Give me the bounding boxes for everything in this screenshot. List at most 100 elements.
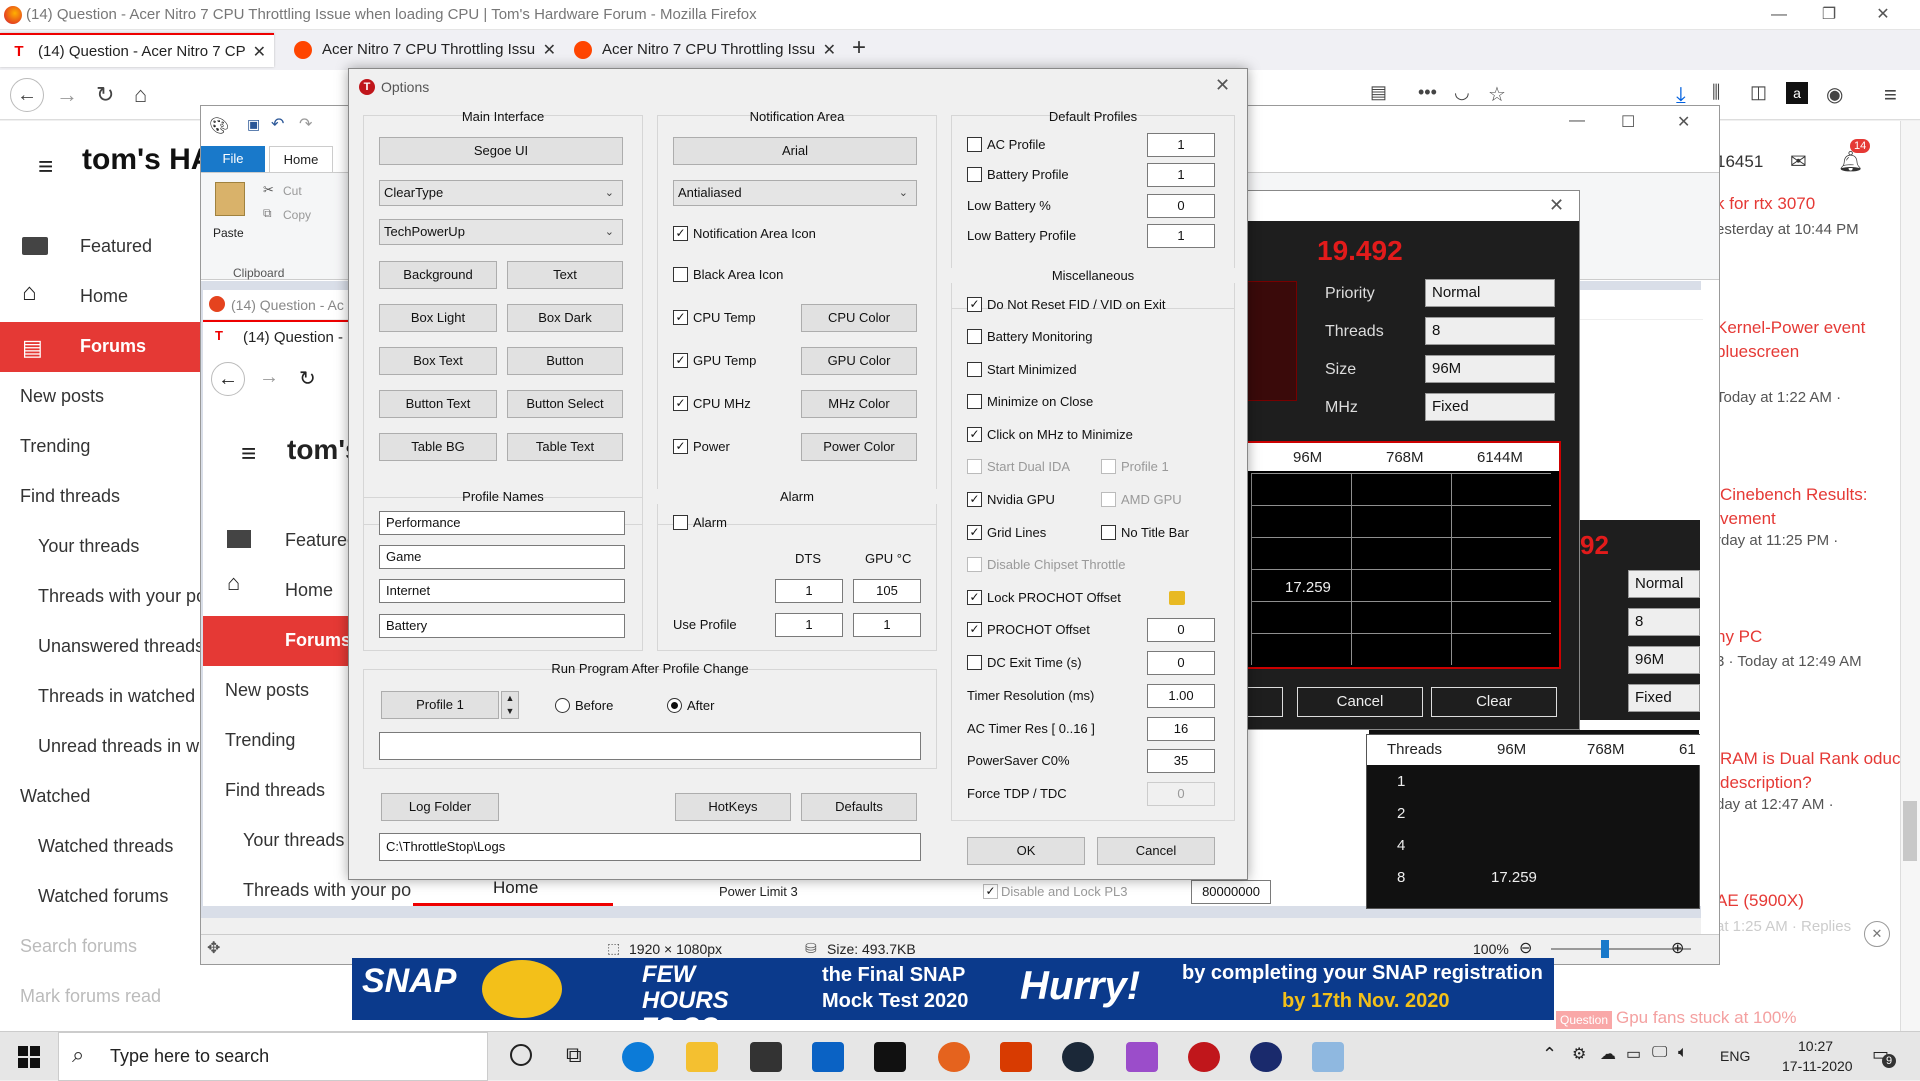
photos-icon[interactable]: [1126, 1042, 1158, 1072]
file-explorer-icon[interactable]: [686, 1042, 718, 1072]
steam-icon[interactable]: [1062, 1042, 1094, 1072]
profile-name-1[interactable]: Performance: [379, 511, 625, 535]
copy-label[interactable]: Copy: [283, 208, 311, 222]
dts-value[interactable]: 1: [775, 579, 843, 603]
ribbon-home-tab[interactable]: Home: [269, 146, 333, 172]
box-text-button[interactable]: Box Text: [379, 347, 497, 375]
hotkeys-button[interactable]: HotKeys: [675, 793, 791, 821]
thread-title[interactable]: Gpu fans stuck at 100%: [1616, 1008, 1797, 1028]
save-icon[interactable]: ▣: [247, 116, 260, 133]
dc-exit-checkbox[interactable]: [967, 655, 982, 670]
notion-icon[interactable]: [874, 1042, 906, 1072]
ts-cancel-button[interactable]: Cancel: [1297, 687, 1423, 717]
log-path-input[interactable]: C:\ThrottleStop\Logs: [379, 833, 921, 861]
main-render-select[interactable]: ClearType ⌄: [379, 180, 623, 206]
thread-title[interactable]: AE (5900X): [1716, 891, 1804, 911]
nav-watched[interactable]: Watched: [20, 772, 220, 822]
paste-icon[interactable]: [215, 182, 245, 216]
hamburger-icon[interactable]: ≡: [38, 151, 53, 182]
text-button[interactable]: Text: [507, 261, 623, 289]
no-title-bar-checkbox[interactable]: [1101, 525, 1116, 540]
undo-icon[interactable]: ↶: [271, 114, 284, 134]
ok-button[interactable]: OK: [967, 837, 1085, 865]
account-icon[interactable]: ◉: [1826, 82, 1843, 107]
log-folder-button[interactable]: Log Folder: [381, 793, 499, 821]
table-text-button[interactable]: Table Text: [507, 433, 623, 461]
back-icon[interactable]: ←: [10, 78, 44, 112]
thread-title[interactable]: ny PC: [1716, 627, 1762, 647]
box-light-button[interactable]: Box Light: [379, 304, 497, 332]
profile-spinner[interactable]: ▲ ▼: [501, 691, 519, 719]
disable-chipset-checkbox[interactable]: [967, 557, 982, 572]
zoom-out-icon[interactable]: ⊖: [1519, 938, 1532, 958]
tab-question[interactable]: T (14) Question - Acer Nitro 7 CP ✕: [0, 33, 274, 67]
profile-name-3[interactable]: Internet: [379, 579, 625, 603]
size-select[interactable]: 96M: [1425, 355, 1555, 383]
close-tab-icon[interactable]: ✕: [543, 40, 556, 60]
grid-lines-checkbox[interactable]: ✓: [967, 525, 982, 540]
ts-test-close-icon[interactable]: ✕: [1549, 195, 1564, 216]
store-icon[interactable]: [750, 1042, 782, 1072]
paint-minimize-icon[interactable]: —: [1569, 112, 1585, 130]
options-close-icon[interactable]: ✕: [1215, 75, 1230, 96]
reload-icon[interactable]: ↻: [96, 82, 114, 108]
taskbar-search-text[interactable]: Type here to search: [110, 1046, 269, 1067]
minimize-icon[interactable]: —: [1756, 0, 1802, 30]
cpu-temp-checkbox[interactable]: ✓: [673, 310, 688, 325]
nav-mark-read[interactable]: Mark forums read: [20, 972, 220, 1022]
forward-icon[interactable]: →: [56, 82, 78, 108]
paste-label[interactable]: Paste: [213, 226, 244, 240]
battery-profile-checkbox[interactable]: [967, 167, 982, 182]
ad-banner[interactable]: SNAP FEW HOURS TO GO the Final SNAP Mock…: [352, 958, 1554, 1020]
clock-date[interactable]: 17-11-2020: [1782, 1058, 1853, 1074]
redo-icon[interactable]: ↷: [299, 114, 312, 134]
priority-select[interactable]: Normal: [1425, 279, 1555, 307]
restore-icon[interactable]: ❐: [1806, 0, 1852, 30]
volume-icon[interactable]: 🔈︎: [1678, 1044, 1688, 1062]
battery-monitoring-checkbox[interactable]: [967, 329, 982, 344]
windows-start-icon[interactable]: [18, 1046, 40, 1068]
nvidia-gpu-checkbox[interactable]: ✓: [967, 492, 982, 507]
paint-maximize-icon[interactable]: ☐: [1621, 112, 1635, 132]
nav-trending[interactable]: Trending: [20, 422, 220, 472]
onedrive-icon[interactable]: ☁: [1600, 1044, 1616, 1064]
battery-profile-value[interactable]: 1: [1147, 163, 1215, 187]
click-mhz-checkbox[interactable]: ✓: [967, 427, 982, 442]
task-view-icon[interactable]: ⧉: [566, 1042, 582, 1068]
language-indicator[interactable]: ENG: [1720, 1048, 1750, 1064]
zoom-in-icon[interactable]: ⊕: [1671, 938, 1684, 958]
cut-icon[interactable]: ✂︎: [263, 182, 274, 198]
defaults-button[interactable]: Defaults: [801, 793, 917, 821]
mhz-select[interactable]: Fixed: [1425, 393, 1555, 421]
mhz-color-button[interactable]: MHz Color: [801, 390, 917, 418]
home-icon[interactable]: ⌂: [134, 82, 147, 108]
profile1-checkbox[interactable]: [1101, 459, 1116, 474]
firefox-taskbar-icon[interactable]: [938, 1042, 970, 1072]
notif-render-select[interactable]: Antialiased ⌄: [673, 180, 917, 206]
thread-title[interactable]: Kernel-Power event bluescreen: [1716, 316, 1916, 364]
paint-hscroll[interactable]: [201, 918, 1701, 934]
close-tab-icon[interactable]: ✕: [823, 40, 836, 60]
low-battery-value[interactable]: 0: [1147, 194, 1215, 218]
close-tab-icon[interactable]: ✕: [253, 42, 266, 62]
power-color-button[interactable]: Power Color: [801, 433, 917, 461]
amazon-icon[interactable]: a: [1786, 82, 1808, 104]
lock-prochot-checkbox[interactable]: ✓: [967, 590, 982, 605]
powersaver-value[interactable]: 35: [1147, 749, 1215, 773]
page-scroll-thumb[interactable]: [1903, 801, 1917, 861]
power-checkbox[interactable]: ✓: [673, 439, 688, 454]
pocket-icon[interactable]: ◡: [1454, 82, 1470, 103]
before-radio[interactable]: [555, 698, 570, 713]
gpu-value[interactable]: 105: [853, 579, 921, 603]
cpu-mhz-checkbox[interactable]: ✓: [673, 396, 688, 411]
box-dark-button[interactable]: Box Dark: [507, 304, 623, 332]
gpu-temp-checkbox[interactable]: ✓: [673, 353, 688, 368]
main-theme-select[interactable]: TechPowerUp ⌄: [379, 219, 623, 245]
nav-new-posts[interactable]: New posts: [20, 372, 220, 422]
thread-title[interactable]: k for rtx 3070: [1716, 194, 1815, 214]
tab-reddit-1[interactable]: Acer Nitro 7 CPU Throttling Issu ✕: [284, 33, 564, 67]
page-scrollbar[interactable]: [1900, 121, 1920, 1031]
close-circle-icon[interactable]: ✕: [1864, 921, 1890, 947]
start-dual-ida-checkbox[interactable]: [967, 459, 982, 474]
start-minimized-checkbox[interactable]: [967, 362, 982, 377]
